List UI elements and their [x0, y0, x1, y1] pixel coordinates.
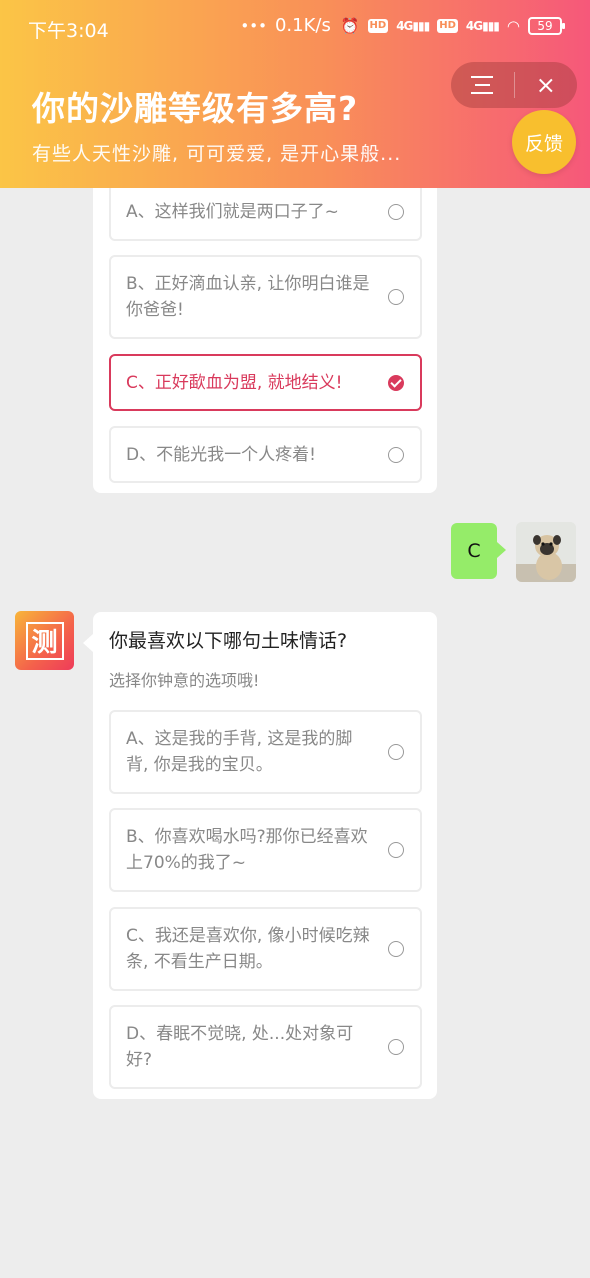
- radio-icon: [388, 289, 404, 305]
- radio-icon: [388, 1039, 404, 1055]
- option-b[interactable]: B、你喜欢喝水吗?那你已经喜欢上70%的我了~: [109, 808, 422, 892]
- option-text: D、春眠不觉晓, 处...处对象可好?: [126, 1024, 354, 1070]
- question-title: 你最喜欢以下哪句土味情话?: [109, 630, 348, 652]
- signal-icon: 4G▮▮▮: [465, 18, 500, 33]
- feedback-label: 反馈: [524, 132, 563, 155]
- status-bar: 下午3:04 ••• 0.1K/s ⏰ HD 4G▮▮▮ HD 4G▮▮▮ ◠ …: [0, 0, 590, 54]
- user-avatar[interactable]: [516, 522, 576, 582]
- net-speed: 0.1K/s: [274, 15, 331, 36]
- option-d[interactable]: D、不能光我一个人疼着!: [109, 426, 422, 483]
- radio-icon: [388, 842, 404, 858]
- menu-button[interactable]: [451, 62, 514, 108]
- option-text: C、正好歃血为盟, 就地结义!: [126, 372, 343, 393]
- pug-photo-icon: [516, 522, 576, 582]
- close-button[interactable]: ⨯: [515, 62, 578, 108]
- option-text: A、这样我们就是两口子了~: [126, 202, 339, 222]
- bot-avatar-label: 测: [25, 621, 64, 660]
- app-header: 下午3:04 ••• 0.1K/s ⏰ HD 4G▮▮▮ HD 4G▮▮▮ ◠ …: [0, 0, 590, 188]
- mini-program-capsule: ⨯: [451, 62, 577, 108]
- option-a[interactable]: A、这样我们就是两口子了~: [109, 183, 422, 241]
- feedback-button[interactable]: 反馈: [512, 110, 576, 174]
- close-icon: ⨯: [535, 71, 556, 99]
- signal-icon: 4G▮▮▮: [396, 18, 430, 33]
- dots-icon: •••: [240, 16, 267, 35]
- checked-radio-icon: [388, 374, 404, 391]
- radio-icon: [388, 941, 404, 957]
- option-text: A、这是我的手背, 这是我的脚背, 你是我的宝贝。: [126, 729, 353, 775]
- option-text: B、你喜欢喝水吗?那你已经喜欢上70%的我了~: [126, 827, 368, 873]
- hd-icon: HD: [437, 18, 458, 33]
- option-a[interactable]: A、这是我的手背, 这是我的脚背, 你是我的宝贝。: [109, 710, 422, 794]
- user-reply-bubble: C: [451, 523, 506, 579]
- battery-icon: 59: [528, 16, 565, 35]
- alarm-icon: ⏰: [340, 16, 360, 35]
- option-d[interactable]: D、春眠不觉晓, 处...处对象可好?: [109, 1005, 422, 1089]
- hd-icon: HD: [367, 18, 389, 33]
- question-hint: 选择你钟意的选项哦!: [109, 671, 260, 690]
- status-time: 下午3:04: [28, 20, 109, 42]
- menu-icon: [471, 76, 494, 94]
- current-question-card: 你最喜欢以下哪句土味情话? 选择你钟意的选项哦! A、这是我的手背, 这是我的脚…: [83, 612, 437, 1099]
- option-text: B、正好滴血认亲, 让你明白谁是你爸爸!: [126, 274, 370, 320]
- option-c-selected[interactable]: C、正好歃血为盟, 就地结义!: [109, 354, 422, 411]
- bot-avatar: 测: [15, 611, 74, 670]
- previous-question-card: A、这样我们就是两口子了~ B、正好滴血认亲, 让你明白谁是你爸爸! C、正好歃…: [93, 150, 437, 493]
- page-title: 你的沙雕等级有多高?: [32, 89, 359, 128]
- wifi-icon: ◠: [506, 16, 520, 35]
- status-indicators: ••• 0.1K/s ⏰ HD 4G▮▮▮ HD 4G▮▮▮ ◠ 59: [240, 15, 565, 36]
- option-text: D、不能光我一个人疼着!: [126, 444, 316, 465]
- option-c[interactable]: C、我还是喜欢你, 像小时候吃辣条, 不看生产日期。: [109, 907, 422, 991]
- page-subtitle: 有些人天性沙雕, 可可爱爱, 是开心果般...: [32, 143, 402, 165]
- reply-text: C: [467, 540, 481, 562]
- option-b[interactable]: B、正好滴血认亲, 让你明白谁是你爸爸!: [109, 255, 422, 339]
- option-text: C、我还是喜欢你, 像小时候吃辣条, 不看生产日期。: [126, 926, 370, 972]
- radio-icon: [388, 446, 404, 463]
- radio-icon: [388, 744, 404, 760]
- battery-level: 59: [537, 18, 553, 33]
- radio-icon: [388, 204, 404, 220]
